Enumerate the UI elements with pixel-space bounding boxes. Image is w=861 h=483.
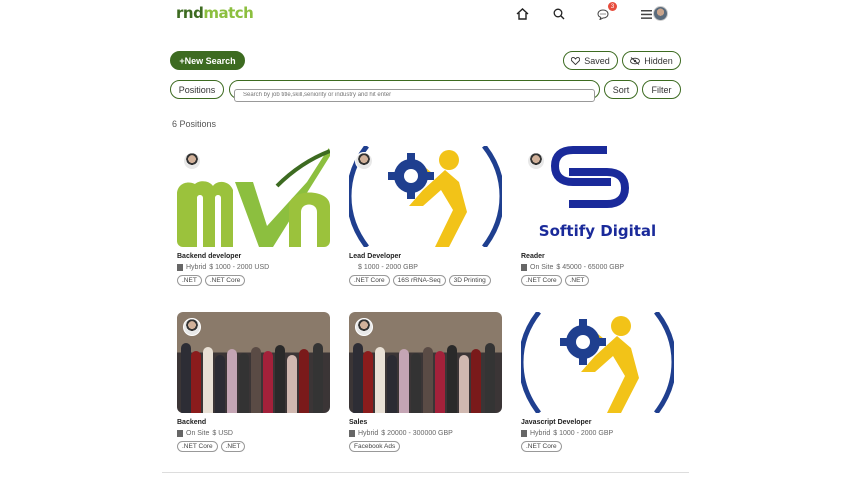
card-tags: .NET Core 16S rRNA-Seq 3D Printing	[349, 275, 502, 286]
card-salary: $ 1000 - 2000 GBP	[358, 264, 418, 271]
card-tags: Facebook Ads	[349, 441, 502, 452]
skill-tag: .NET	[177, 275, 202, 286]
building-icon	[177, 430, 183, 437]
search-input[interactable]	[234, 88, 595, 102]
card-image: Softify Digital	[521, 146, 674, 247]
card-meta: Hybrid $ 1000 - 2000 GBP	[521, 430, 674, 437]
owner-avatar	[183, 318, 201, 336]
position-card[interactable]: Softify Digital Reader On Site $ 45000 -…	[521, 146, 674, 286]
building-icon	[349, 430, 355, 437]
card-salary: $ USD	[212, 430, 233, 437]
position-card[interactable]: Javascript Developer Hybrid $ 1000 - 200…	[521, 312, 674, 452]
filter-button[interactable]: Filter	[642, 80, 681, 99]
card-title: Sales	[349, 419, 368, 426]
card-meta: Hybrid $ 20000 - 300000 GBP	[349, 430, 502, 437]
skill-tag: 16S rRNA-Seq	[392, 275, 446, 286]
card-title: Backend	[177, 419, 207, 426]
skill-tag: .NET Core	[349, 275, 390, 286]
brand-text: Softify Digital	[538, 222, 657, 240]
card-meta: $ 1000 - 2000 GBP	[349, 264, 502, 271]
card-location: Hybrid	[186, 264, 207, 271]
skill-tag: .NET	[220, 441, 246, 452]
saved-label: Saved	[584, 55, 610, 66]
hidden-label: Hidden	[644, 55, 673, 66]
card-image	[349, 312, 502, 413]
new-search-button[interactable]: +New Search	[170, 51, 245, 70]
card-location: Hybrid	[530, 430, 551, 437]
owner-avatar	[355, 318, 373, 336]
heart-icon	[571, 56, 581, 65]
gear-person-image	[521, 312, 674, 413]
card-image	[177, 146, 330, 247]
menu-icon[interactable]	[638, 6, 654, 22]
user-avatar[interactable]	[653, 6, 668, 21]
hidden-button[interactable]: Hidden	[622, 51, 681, 70]
search-bar	[229, 80, 600, 102]
eye-slash-icon	[630, 56, 641, 65]
skill-tag: Facebook Ads	[349, 441, 401, 452]
card-tags: .NET Core .NET	[177, 441, 330, 452]
card-salary: $ 20000 - 300000 GBP	[381, 430, 453, 437]
position-card[interactable]: Backend developer Hybrid $ 1000 - 2000 U…	[177, 146, 330, 286]
card-meta: On Site $ USD	[177, 430, 330, 437]
building-icon	[177, 264, 183, 271]
card-salary: $ 45000 - 65000 GBP	[556, 264, 625, 271]
card-title: Lead Developer	[349, 253, 402, 260]
owner-avatar	[183, 152, 201, 170]
skill-tag: .NET Core	[177, 441, 218, 452]
card-tags: .NET Core .NET	[521, 275, 674, 286]
position-card[interactable]: Sales Hybrid $ 20000 - 300000 GBP Facebo…	[349, 312, 502, 452]
card-title: Reader	[521, 253, 545, 260]
card-location: Hybrid	[358, 430, 379, 437]
home-icon[interactable]	[514, 6, 530, 22]
sort-button[interactable]: Sort	[604, 80, 638, 99]
card-location: On Site	[186, 430, 210, 437]
card-meta: On Site $ 45000 - 65000 GBP	[521, 264, 674, 271]
skill-tag: 3D Printing	[448, 275, 491, 286]
card-salary: $ 1000 - 2000 GBP	[553, 430, 614, 437]
position-card[interactable]: Backend On Site $ USD .NET Core .NET	[177, 312, 330, 452]
owner-avatar	[355, 152, 373, 170]
card-image	[177, 312, 330, 413]
card-title: Backend developer	[177, 253, 242, 260]
owner-avatar	[527, 152, 545, 170]
divider	[162, 472, 689, 473]
positions-count: 6 Positions	[172, 119, 217, 129]
app-logo[interactable]: rndmatch	[176, 4, 254, 22]
card-meta: Hybrid $ 1000 - 2000 USD	[177, 264, 330, 271]
skill-tag: .NET Core	[204, 275, 246, 286]
card-tags: .NET Core	[521, 441, 674, 452]
position-card[interactable]: Lead Developer $ 1000 - 2000 GBP .NET Co…	[349, 146, 502, 286]
skill-tag: .NET Core	[521, 275, 562, 286]
notification-badge: 3	[608, 2, 617, 11]
card-location: On Site	[530, 264, 554, 271]
card-tags: .NET .NET Core	[177, 275, 330, 286]
skill-tag: .NET	[564, 275, 590, 286]
building-icon	[521, 264, 527, 271]
search-icon[interactable]	[551, 6, 567, 22]
card-image	[521, 312, 674, 413]
saved-button[interactable]: Saved	[563, 51, 618, 70]
card-title: Javascript Developer	[521, 419, 592, 426]
card-image	[349, 146, 502, 247]
positions-button[interactable]: Positions	[170, 80, 224, 99]
card-salary: $ 1000 - 2000 USD	[209, 264, 270, 271]
skill-tag: .NET Core	[521, 441, 562, 452]
building-icon	[521, 430, 527, 437]
